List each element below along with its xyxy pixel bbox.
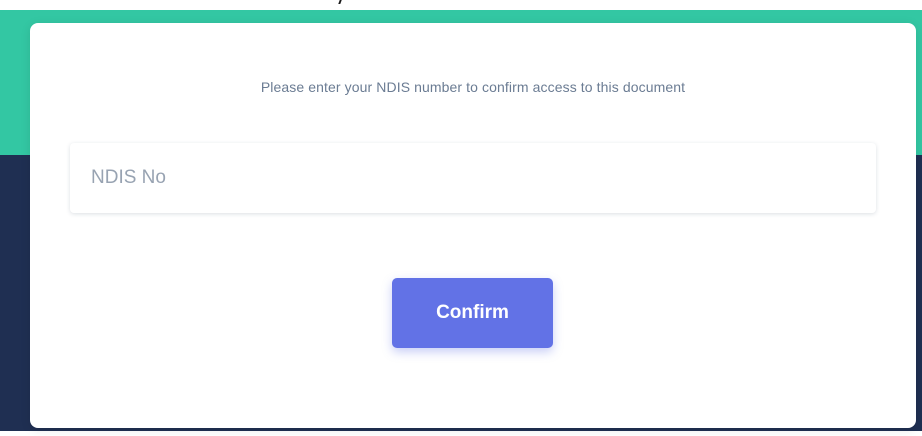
ndis-number-field	[70, 143, 876, 213]
access-message: Please enter your NDIS number to confirm…	[260, 79, 686, 95]
confirm-button[interactable]: Confirm	[392, 278, 553, 348]
top-strip	[0, 0, 922, 10]
ndis-number-input[interactable]	[70, 143, 851, 213]
confirm-access-card: Please enter your NDIS number to confirm…	[30, 23, 916, 428]
bottom-strip	[0, 431, 922, 436]
